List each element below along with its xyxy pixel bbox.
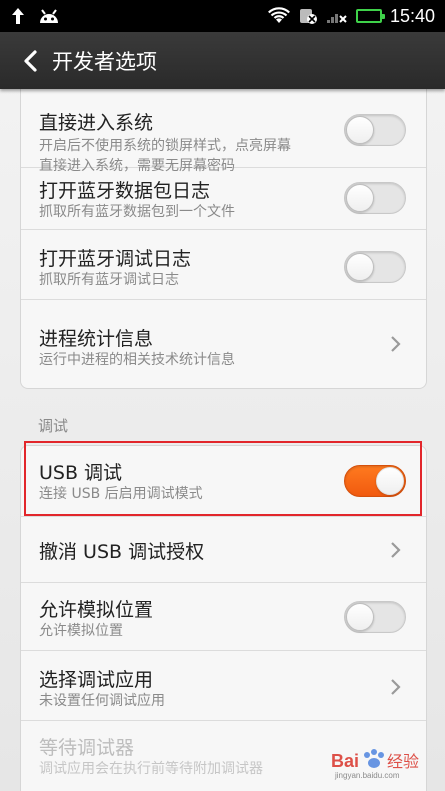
toggle-switch[interactable] [344,114,406,146]
setting-title: 打开蓝牙数据包日志 [39,180,211,202]
toggle-knob [346,116,374,144]
setting-subtitle: 抓取所有蓝牙调试日志 [39,272,179,288]
chevron-right-icon [388,334,402,354]
toggle-switch[interactable] [344,251,406,283]
settings-content[interactable]: 直接进入系统 开启后不使用系统的锁屏样式，点亮屏幕 直接进入系统，需要无屏幕密码… [0,89,445,791]
upload-arrow-icon [10,7,26,25]
status-time: 15:40 [389,5,435,26]
battery-icon [355,9,385,23]
svg-text:经验: 经验 [387,752,419,771]
toggle-knob [376,467,404,495]
setting-subtitle: 连接 USB 后启用调试模式 [39,486,203,502]
chevron-right-icon [388,540,402,560]
toggle-knob [346,603,374,631]
chevron-left-icon [24,49,37,72]
setting-title: 等待调试器 [39,737,135,759]
status-bar: 15:40 [0,0,445,32]
back-button[interactable] [14,41,46,81]
setting-title: 进程统计信息 [39,328,154,350]
setting-title: 打开蓝牙调试日志 [39,248,192,270]
sim-icon [298,7,318,25]
app-header: 开发者选项 [0,32,445,89]
setting-row-usb-debugging[interactable]: USB 调试 连接 USB 后启用调试模式 [21,446,426,517]
section-label-debug: 调试 [38,417,69,435]
setting-title: USB 调试 [39,462,123,484]
setting-row-direct-enter-system[interactable]: 直接进入系统 开启后不使用系统的锁屏样式，点亮屏幕 直接进入系统，需要无屏幕密码 [21,90,426,174]
setting-row-select-debug-app[interactable]: 选择调试应用 未设置任何调试应用 [21,651,426,721]
wifi-icon [267,7,290,25]
setting-title: 直接进入系统 [39,112,154,134]
svg-text:Bai: Bai [331,751,359,771]
setting-title: 撤消 USB 调试授权 [39,541,205,563]
setting-row-bluetooth-packet-log[interactable]: 打开蓝牙数据包日志 抓取所有蓝牙数据包到一个文件 [21,168,426,230]
setting-subtitle: 运行中进程的相关技术统计信息 [39,352,235,368]
setting-subtitle: 未设置任何调试应用 [39,693,165,709]
setting-row-bluetooth-debug-log[interactable]: 打开蓝牙调试日志 抓取所有蓝牙调试日志 [21,230,426,300]
toggle-knob [346,253,374,281]
svg-text:jingyan.baidu.com: jingyan.baidu.com [334,771,400,780]
toggle-switch[interactable] [344,182,406,214]
toggle-switch[interactable] [344,601,406,633]
settings-card-debug: USB 调试 连接 USB 后启用调试模式 撤消 USB 调试授权 允许模拟位置… [20,445,427,791]
android-icon [38,8,60,24]
setting-row-process-stats[interactable]: 进程统计信息 运行中进程的相关技术统计信息 [21,300,426,390]
setting-subtitle: 调试应用会在执行前等待附加调试器 [39,761,263,777]
page-title: 开发者选项 [52,49,157,74]
chevron-right-icon [388,677,402,697]
setting-row-revoke-usb-auth[interactable]: 撤消 USB 调试授权 [21,517,426,583]
setting-subtitle: 抓取所有蓝牙数据包到一个文件 [39,204,235,220]
setting-row-mock-location[interactable]: 允许模拟位置 允许模拟位置 [21,583,426,651]
baidu-paw-logo: Bai 经验 jingyan.baidu.com [331,749,419,780]
setting-title: 允许模拟位置 [39,599,154,621]
toggle-knob [346,184,374,212]
baidu-jingyan-watermark: Bai 经验 jingyan.baidu.com [317,743,437,783]
toggle-switch[interactable] [344,465,406,497]
signal-icon [326,8,348,24]
settings-card-top: 直接进入系统 开启后不使用系统的锁屏样式，点亮屏幕 直接进入系统，需要无屏幕密码… [20,89,427,389]
setting-title: 选择调试应用 [39,669,154,691]
setting-subtitle: 允许模拟位置 [39,623,123,639]
